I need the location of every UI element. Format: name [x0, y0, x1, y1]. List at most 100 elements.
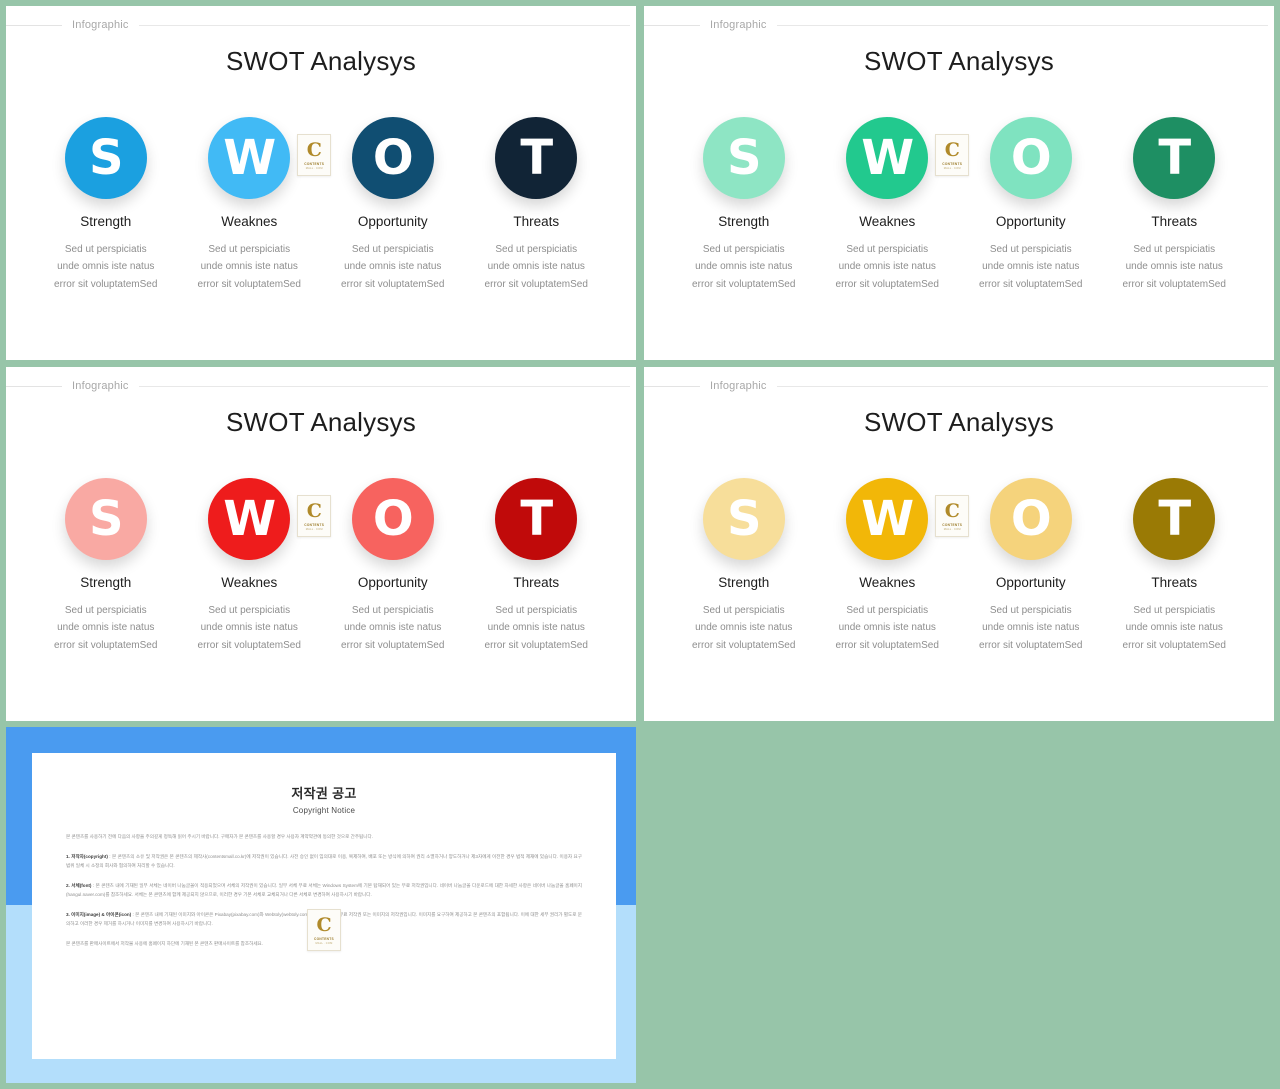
contents-mall-watermark-logo: C CONTENTS MALL . COM — [297, 495, 332, 537]
swot-item-opportunity[interactable]: O Opportunity Sed ut perspiciatis unde o… — [321, 477, 465, 654]
item-label: Weaknes — [221, 575, 278, 590]
desc-line-1: Sed ut perspiciatis — [351, 605, 434, 616]
slide-swot-yellow[interactable]: Infographic SWOT Analysys S Strength Sed… — [644, 367, 1274, 721]
swot-items: S Strength Sed ut perspiciatis unde omni… — [672, 477, 1246, 654]
item-label: Opportunity — [995, 575, 1066, 590]
desc-line-1: Sed ut perspiciatis — [64, 244, 147, 255]
desc-line-2: unde omnis iste natus — [200, 261, 298, 273]
copyright-document: 저작권 공고 Copyright Notice 본 콘텐츠를 사용하기 전에 다… — [32, 753, 616, 1059]
desc-line-3: error sit voluptatemSed — [979, 639, 1083, 651]
header-rule-right — [138, 24, 630, 26]
header-rule-left — [6, 385, 62, 387]
swot-item-strength[interactable]: S Strength Sed ut perspiciatis unde omni… — [34, 116, 178, 293]
swot-item-strength[interactable]: S Strength Sed ut perspiciatis unde omni… — [672, 116, 816, 293]
swot-item-threats[interactable]: T Threats Sed ut perspiciatis unde omnis… — [465, 116, 609, 293]
desc-line-3: error sit voluptatemSed — [197, 639, 301, 651]
desc-line-2: unde omnis iste natus — [487, 622, 585, 634]
desc-line-1: Sed ut perspiciatis — [208, 244, 291, 255]
item-label: Strength — [718, 214, 770, 229]
circle-wrap: W — [845, 116, 929, 200]
slide-swot-red[interactable]: Infographic SWOT Analysys S Strength Sed… — [6, 367, 636, 721]
swot-items: S Strength Sed ut perspiciatis unde omni… — [34, 116, 608, 293]
desc-line-1: Sed ut perspiciatis — [702, 244, 785, 255]
circle-wrap: T — [1132, 116, 1216, 200]
letter-circle-t: T — [495, 478, 578, 560]
desc-line-3: error sit voluptatemSed — [835, 639, 939, 651]
item-label: Threats — [1151, 575, 1198, 590]
letter-circle-w: W — [208, 117, 291, 199]
swot-item-weaknes[interactable]: W C CONTENTS MALL . COM Weaknes Sed ut p… — [816, 116, 970, 293]
infographic-label: Infographic — [72, 19, 129, 31]
watermark-letter: C — [944, 499, 960, 522]
swot-item-weaknes[interactable]: W C CONTENTS MALL . COM Weaknes Sed ut p… — [816, 477, 970, 654]
desc-line-2: unde omnis iste natus — [982, 261, 1080, 273]
desc-line-2: unde omnis iste natus — [838, 261, 936, 273]
swot-item-threats[interactable]: T Threats Sed ut perspiciatis unde omnis… — [1103, 477, 1247, 654]
swot-item-weaknes[interactable]: W C CONTENTS MALL . COM Weaknes Sed ut p… — [178, 116, 332, 293]
swot-item-opportunity[interactable]: O Opportunity Sed ut perspiciatis unde o… — [321, 116, 465, 293]
letter-circle-o: O — [351, 117, 434, 199]
page-title: SWOT Analysys — [226, 46, 416, 76]
slide-copyright-notice[interactable]: 저작권 공고 Copyright Notice 본 콘텐츠를 사용하기 전에 다… — [6, 727, 636, 1083]
circle-wrap: S — [64, 477, 148, 561]
swot-item-threats[interactable]: T Threats Sed ut perspiciatis unde omnis… — [1103, 116, 1247, 293]
desc-line-2: unde omnis iste natus — [344, 622, 442, 634]
item-description: Sed ut perspiciatis unde omnis iste natu… — [692, 602, 795, 654]
letter-circle-o: O — [989, 117, 1072, 199]
circle-wrap: O — [351, 477, 435, 561]
slide-header: Infographic — [6, 14, 636, 36]
swot-item-opportunity[interactable]: O Opportunity Sed ut perspiciatis unde o… — [959, 477, 1103, 654]
watermark-letter: C — [306, 138, 322, 161]
desc-line-2: unde omnis iste natus — [1125, 261, 1223, 273]
item-description: Sed ut perspiciatis unde omnis iste natu… — [485, 241, 588, 293]
desc-line-2: unde omnis iste natus — [695, 622, 793, 634]
letter-circle-s: S — [64, 117, 147, 199]
desc-line-1: Sed ut perspiciatis — [989, 605, 1072, 616]
desc-line-1: Sed ut perspiciatis — [1133, 244, 1216, 255]
desc-line-1: Sed ut perspiciatis — [702, 605, 785, 616]
item-description: Sed ut perspiciatis unde omnis iste natu… — [836, 602, 939, 654]
item-label: Opportunity — [357, 575, 428, 590]
watermark-line2: MALL . COM — [315, 941, 333, 945]
letter-circle-w: W — [846, 478, 929, 560]
desc-line-3: error sit voluptatemSed — [1122, 278, 1226, 290]
page-title: SWOT Analysys — [864, 46, 1054, 76]
swot-item-weaknes[interactable]: W C CONTENTS MALL . COM Weaknes Sed ut p… — [178, 477, 332, 654]
item-label: Strength — [80, 214, 132, 229]
infographic-label: Infographic — [710, 19, 767, 31]
slide-swot-blue[interactable]: Infographic SWOT Analysys S Strength Sed… — [6, 6, 636, 360]
item-label: Weaknes — [859, 575, 916, 590]
item-description: Sed ut perspiciatis unde omnis iste natu… — [979, 241, 1082, 293]
header-rule-left — [644, 385, 700, 387]
item-description: Sed ut perspiciatis unde omnis iste natu… — [198, 241, 301, 293]
watermark-line2: MALL . COM — [305, 166, 323, 170]
letter-circle-o: O — [989, 478, 1072, 560]
watermark-line1: CONTENTS — [304, 161, 325, 166]
item-description: Sed ut perspiciatis unde omnis iste natu… — [1123, 241, 1226, 293]
letter-circle-w: W — [208, 478, 291, 560]
letter-circle-s: S — [702, 117, 785, 199]
swot-item-opportunity[interactable]: O Opportunity Sed ut perspiciatis unde o… — [959, 116, 1103, 293]
letter-circle-s: S — [64, 478, 147, 560]
copyright-paragraph-1: 1. 저작자(copyright) : 본 콘텐츠의 소유 및 저작권은 본 콘… — [66, 853, 582, 868]
circle-wrap: W — [845, 477, 929, 561]
swot-item-strength[interactable]: S Strength Sed ut perspiciatis unde omni… — [672, 477, 816, 654]
infographic-label: Infographic — [72, 380, 129, 392]
copyright-title-korean: 저작권 공고 — [291, 786, 357, 801]
item-description: Sed ut perspiciatis unde omnis iste natu… — [198, 602, 301, 654]
swot-items: S Strength Sed ut perspiciatis unde omni… — [34, 477, 608, 654]
desc-line-2: unde omnis iste natus — [344, 261, 442, 273]
desc-line-3: error sit voluptatemSed — [341, 278, 445, 290]
swot-items: S Strength Sed ut perspiciatis unde omni… — [672, 116, 1246, 293]
item-description: Sed ut perspiciatis unde omnis iste natu… — [341, 602, 444, 654]
page-title: SWOT Analysys — [226, 407, 416, 437]
header-rule-right — [138, 385, 630, 387]
swot-item-strength[interactable]: S Strength Sed ut perspiciatis unde omni… — [34, 477, 178, 654]
swot-item-threats[interactable]: T Threats Sed ut perspiciatis unde omnis… — [465, 477, 609, 654]
watermark-line2: MALL . COM — [943, 166, 961, 170]
desc-line-3: error sit voluptatemSed — [484, 278, 588, 290]
watermark-line1: CONTENTS — [314, 936, 334, 941]
item-label: Weaknes — [221, 214, 278, 229]
slide-swot-green[interactable]: Infographic SWOT Analysys S Strength Sed… — [644, 6, 1274, 360]
circle-wrap: S — [702, 477, 786, 561]
